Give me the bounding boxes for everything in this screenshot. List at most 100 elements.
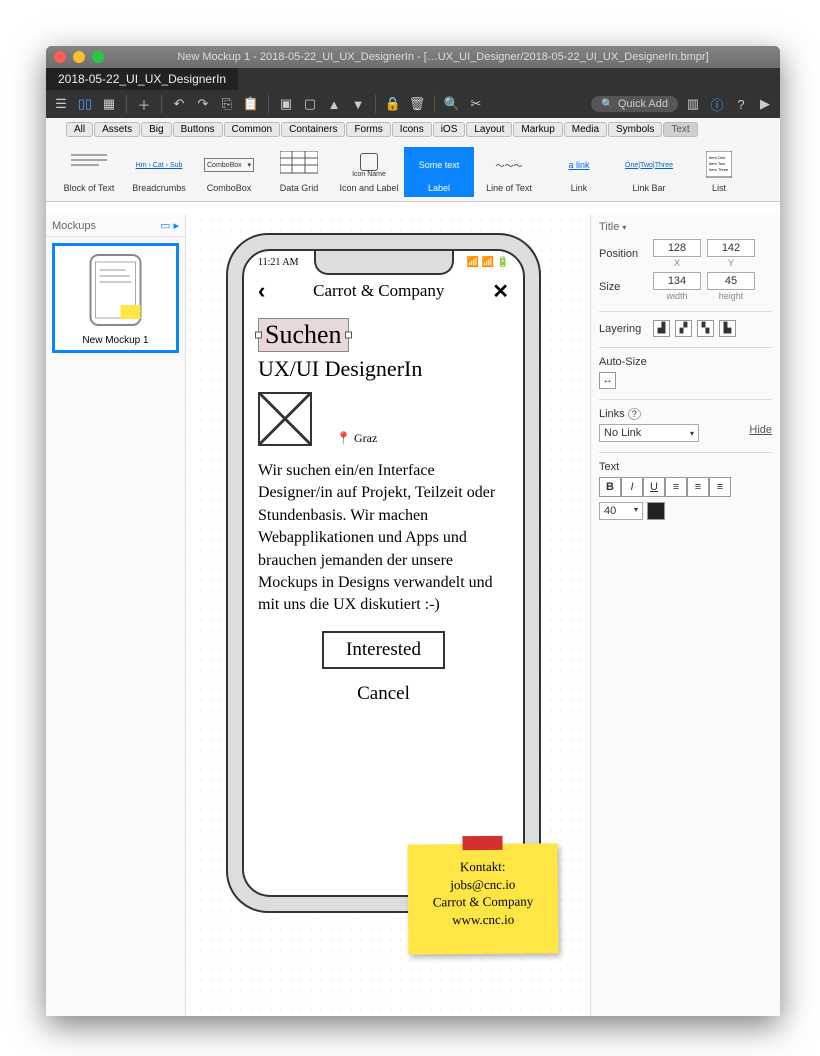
widget-combobox[interactable]: ComboBox▾ ComboBox — [194, 147, 264, 197]
font-size-input[interactable]: 40 — [599, 502, 643, 520]
links-help-icon[interactable]: ? — [628, 408, 641, 420]
help-icon[interactable]: ? — [732, 95, 750, 113]
underline-button[interactable]: U — [643, 477, 665, 497]
size-label: Size — [599, 281, 647, 293]
minimize-window-button[interactable] — [73, 51, 85, 63]
present-icon[interactable]: ▶ — [756, 95, 774, 113]
back-icon[interactable]: ‹ — [258, 278, 265, 304]
category-text[interactable]: Text — [663, 122, 697, 137]
widget-icon-and-label[interactable]: Icon Name Icon and Label — [334, 147, 404, 197]
bring-forward-icon[interactable]: ▲ — [325, 95, 343, 113]
panel-controls[interactable]: ▭ ▸ — [160, 219, 179, 232]
position-x-input[interactable]: 128 — [653, 239, 701, 257]
widget-line-of-text[interactable]: ～～～ Line of Text — [474, 147, 544, 197]
widget-list[interactable]: Item OneItem TwoItem Three List — [684, 147, 754, 197]
titlebar: New Mockup 1 - 2018-05-22_UI_UX_Designer… — [46, 46, 780, 68]
cancel-link[interactable]: Cancel — [244, 683, 523, 705]
mockups-heading: Mockups — [52, 220, 96, 232]
group-icon[interactable]: ▣ — [277, 95, 295, 113]
ungroup-icon[interactable]: ▢ — [301, 95, 319, 113]
zoom-icon[interactable]: 🔍 — [443, 95, 461, 113]
category-ios[interactable]: iOS — [433, 122, 466, 137]
autosize-horizontal-button[interactable]: ↔ — [599, 372, 616, 389]
align-center-button[interactable]: ≡ — [687, 477, 709, 497]
crop-icon[interactable]: ✂ — [467, 95, 485, 113]
window-title: New Mockup 1 - 2018-05-22_UI_UX_Designer… — [114, 51, 772, 63]
position-y-input[interactable]: 142 — [707, 239, 755, 257]
send-backward-icon[interactable]: ▼ — [349, 95, 367, 113]
text-color-swatch[interactable] — [647, 502, 665, 520]
document-tab[interactable]: 2018-05-22_UI_UX_DesignerIn — [46, 68, 238, 90]
sticky-note[interactable]: Kontakt: jobs@cnc.io Carrot & Company ww… — [408, 843, 559, 954]
category-common[interactable]: Common — [224, 122, 281, 137]
bring-to-front-button[interactable]: ▟ — [653, 320, 670, 337]
category-media[interactable]: Media — [564, 122, 607, 137]
italic-button[interactable]: I — [621, 477, 643, 497]
view-grid-icon[interactable]: ▦ — [100, 95, 118, 113]
document-tabbar: 2018-05-22_UI_UX_DesignerIn — [46, 68, 780, 90]
send-to-back-button[interactable]: ▙ — [719, 320, 736, 337]
category-layout[interactable]: Layout — [466, 122, 512, 137]
links-label: Links — [599, 408, 625, 420]
library-icon[interactable]: ▥ — [684, 95, 702, 113]
widget-shelf: Block of Text Hm › Cat › Sub Breadcrumbs… — [46, 141, 780, 201]
send-backward-button[interactable]: ▚ — [697, 320, 714, 337]
close-icon[interactable]: ✕ — [492, 279, 509, 304]
autosize-label: Auto-Size — [599, 356, 772, 368]
align-right-button[interactable]: ≡ — [709, 477, 731, 497]
menu-icon[interactable]: ☰ — [52, 95, 70, 113]
size-height-input[interactable]: 45 — [707, 272, 755, 290]
size-width-input[interactable]: 134 — [653, 272, 701, 290]
tape-icon — [462, 836, 502, 850]
widget-link[interactable]: a link Link — [544, 147, 614, 197]
status-time: 11:21 AM — [258, 257, 298, 268]
job-heading: UX/UI DesignerIn — [258, 356, 509, 382]
add-icon[interactable]: ＋ — [135, 95, 153, 113]
category-assets[interactable]: Assets — [94, 122, 140, 137]
phone-notch — [314, 249, 454, 275]
quick-add-input[interactable]: Quick Add — [591, 96, 678, 112]
mockups-panel: Mockups ▭ ▸ New Mockup 1 — [46, 215, 186, 1016]
undo-icon[interactable]: ↶ — [170, 95, 188, 113]
mockup-thumbnail[interactable]: New Mockup 1 — [52, 243, 179, 353]
position-label: Position — [599, 248, 647, 260]
trash-icon[interactable]: 🗑 — [408, 95, 426, 113]
links-dropdown[interactable]: No Link — [599, 424, 699, 442]
widget-label[interactable]: Some text Label — [404, 147, 474, 197]
selected-label-element[interactable]: Suchen — [258, 318, 349, 352]
category-symbols[interactable]: Symbols — [608, 122, 662, 137]
widget-data-grid[interactable]: Data Grid — [264, 147, 334, 197]
close-window-button[interactable] — [54, 51, 66, 63]
paste-icon[interactable]: 📋 — [242, 95, 260, 113]
category-markup[interactable]: Markup — [513, 122, 562, 137]
widget-block-of-text[interactable]: Block of Text — [54, 147, 124, 197]
copy-icon[interactable]: ⎘ — [218, 95, 236, 113]
view-split-icon[interactable]: ▯▯ — [76, 95, 94, 113]
phone-frame: 11:21 AM 📶 📶 🔋 ‹ Carrot & Company ✕ Such… — [226, 233, 541, 913]
widget-breadcrumbs[interactable]: Hm › Cat › Sub Breadcrumbs — [124, 147, 194, 197]
status-icons: 📶 📶 🔋 — [467, 257, 509, 268]
info-icon[interactable]: ⓘ — [708, 95, 726, 113]
location-text: Graz — [354, 431, 377, 445]
category-containers[interactable]: Containers — [281, 122, 345, 137]
svg-text:Item Three: Item Three — [709, 167, 729, 172]
widget-ribbon: All Assets Big Buttons Common Containers… — [46, 118, 780, 202]
widget-link-bar[interactable]: One|Two|Three Link Bar — [614, 147, 684, 197]
lock-icon[interactable]: 🔒 — [384, 95, 402, 113]
category-all[interactable]: All — [66, 122, 93, 137]
category-buttons[interactable]: Buttons — [173, 122, 223, 137]
title-section-heading[interactable]: Title — [599, 221, 772, 233]
bring-forward-button[interactable]: ▞ — [675, 320, 692, 337]
bold-button[interactable]: B — [599, 477, 621, 497]
interested-button[interactable]: Interested — [322, 631, 445, 669]
category-big[interactable]: Big — [141, 122, 171, 137]
category-icons[interactable]: Icons — [392, 122, 432, 137]
body-text: Wir suchen ein/en Interface Designer/in … — [258, 460, 509, 617]
redo-icon[interactable]: ↷ — [194, 95, 212, 113]
svg-text:Item One: Item One — [709, 155, 726, 160]
align-left-button[interactable]: ≡ — [665, 477, 687, 497]
zoom-window-button[interactable] — [92, 51, 104, 63]
canvas[interactable]: 11:21 AM 📶 📶 🔋 ‹ Carrot & Company ✕ Such… — [186, 215, 590, 1016]
hide-link[interactable]: Hide — [749, 424, 772, 436]
category-forms[interactable]: Forms — [346, 122, 390, 137]
